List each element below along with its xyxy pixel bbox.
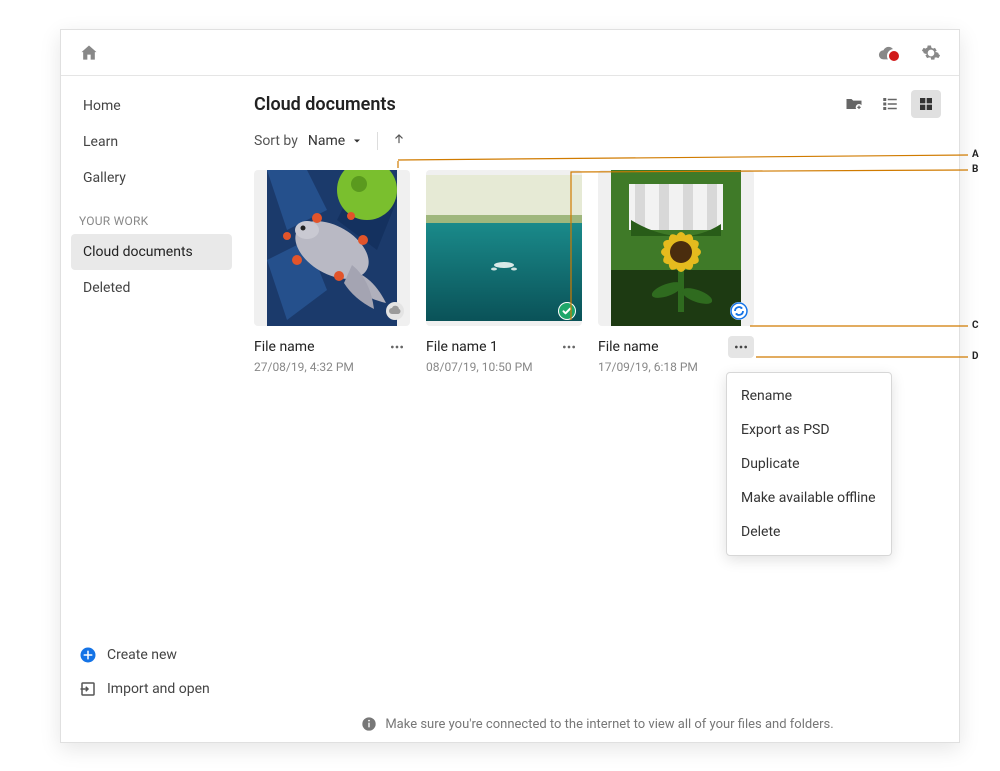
menu-item-duplicate[interactable]: Duplicate (727, 447, 891, 481)
sort-value-text: Name (308, 133, 345, 149)
file-thumbnail (598, 170, 754, 326)
file-thumbnail (426, 170, 582, 326)
file-timestamp: 08/07/19, 10:50 PM (426, 360, 582, 374)
footer: Make sure you're connected to the intern… (236, 706, 959, 742)
top-bar (61, 30, 959, 76)
cloud-only-icon (386, 302, 404, 320)
sidebar-section-label: YOUR WORK (67, 196, 236, 234)
more-horizontal-icon (733, 339, 749, 355)
artwork-sea (426, 175, 582, 321)
synced-icon (558, 302, 576, 320)
sidebar-item-learn[interactable]: Learn (71, 124, 232, 160)
file-more-button[interactable] (728, 336, 754, 358)
file-more-button[interactable] (384, 336, 410, 358)
annotation-label-d: D (972, 351, 979, 362)
artwork-sunflower (611, 170, 741, 326)
menu-item-delete[interactable]: Delete (727, 515, 891, 549)
menu-item-export-psd[interactable]: Export as PSD (727, 413, 891, 447)
sort-direction-button[interactable] (392, 132, 406, 150)
file-thumbnail (254, 170, 410, 326)
plus-circle-icon (79, 646, 97, 664)
syncing-icon (730, 302, 748, 320)
grid-view-icon[interactable] (911, 90, 941, 118)
sidebar-item-home[interactable]: Home (71, 88, 232, 124)
sort-label: Sort by (254, 133, 298, 149)
new-folder-icon[interactable] (839, 90, 869, 118)
main-header: Cloud documents (254, 90, 941, 118)
create-new-button[interactable]: Create new (75, 638, 228, 672)
app-window: Home Learn Gallery YOUR WORK Cloud docum… (60, 29, 960, 743)
file-name: File name 1 (426, 339, 498, 355)
body: Home Learn Gallery YOUR WORK Cloud docum… (61, 76, 959, 742)
file-card[interactable]: File name 17/09/19, 6:18 PM (598, 170, 754, 374)
more-horizontal-icon (561, 339, 577, 355)
sidebar-bottom: Create new Import and open (67, 638, 236, 730)
import-and-open-label: Import and open (107, 681, 210, 697)
file-card[interactable]: File name 27/08/19, 4:32 PM (254, 170, 410, 374)
list-view-icon[interactable] (875, 90, 905, 118)
more-horizontal-icon (389, 339, 405, 355)
sidebar-item-deleted[interactable]: Deleted (71, 270, 232, 306)
sort-row: Sort by Name (254, 132, 941, 150)
page-title: Cloud documents (254, 94, 396, 115)
file-name: File name (598, 339, 659, 355)
context-menu: Rename Export as PSD Duplicate Make avai… (726, 372, 892, 556)
import-and-open-button[interactable]: Import and open (75, 672, 228, 706)
file-grid: File name 27/08/19, 4:32 PM (254, 170, 941, 374)
annotation-label-b: B (972, 164, 978, 175)
annotation-label-c: C (972, 320, 979, 331)
create-new-label: Create new (107, 647, 177, 663)
sort-value[interactable]: Name (308, 133, 363, 149)
cloud-status-icon[interactable] (873, 37, 905, 69)
view-tools (839, 90, 941, 118)
menu-item-offline[interactable]: Make available offline (727, 481, 891, 515)
frame: Home Learn Gallery YOUR WORK Cloud docum… (0, 0, 1000, 771)
file-card[interactable]: File name 1 08/07/19, 10:50 PM (426, 170, 582, 374)
divider (377, 132, 378, 150)
sidebar-item-cloud-documents[interactable]: Cloud documents (71, 234, 232, 270)
chevron-down-icon (351, 135, 363, 147)
home-icon[interactable] (73, 37, 105, 69)
arrow-up-icon (392, 132, 406, 146)
menu-item-rename[interactable]: Rename (727, 379, 891, 413)
file-timestamp: 27/08/19, 4:32 PM (254, 360, 410, 374)
sidebar-item-gallery[interactable]: Gallery (71, 160, 232, 196)
sidebar: Home Learn Gallery YOUR WORK Cloud docum… (61, 76, 236, 742)
annotation-label-a: A (972, 149, 979, 160)
artwork-koi (267, 170, 397, 326)
footer-message: Make sure you're connected to the intern… (385, 717, 833, 732)
gear-icon[interactable] (915, 37, 947, 69)
file-name: File name (254, 339, 315, 355)
info-icon (361, 716, 377, 732)
main: Cloud documents Sort by (236, 76, 959, 742)
import-icon (79, 680, 97, 698)
file-more-button[interactable] (556, 336, 582, 358)
